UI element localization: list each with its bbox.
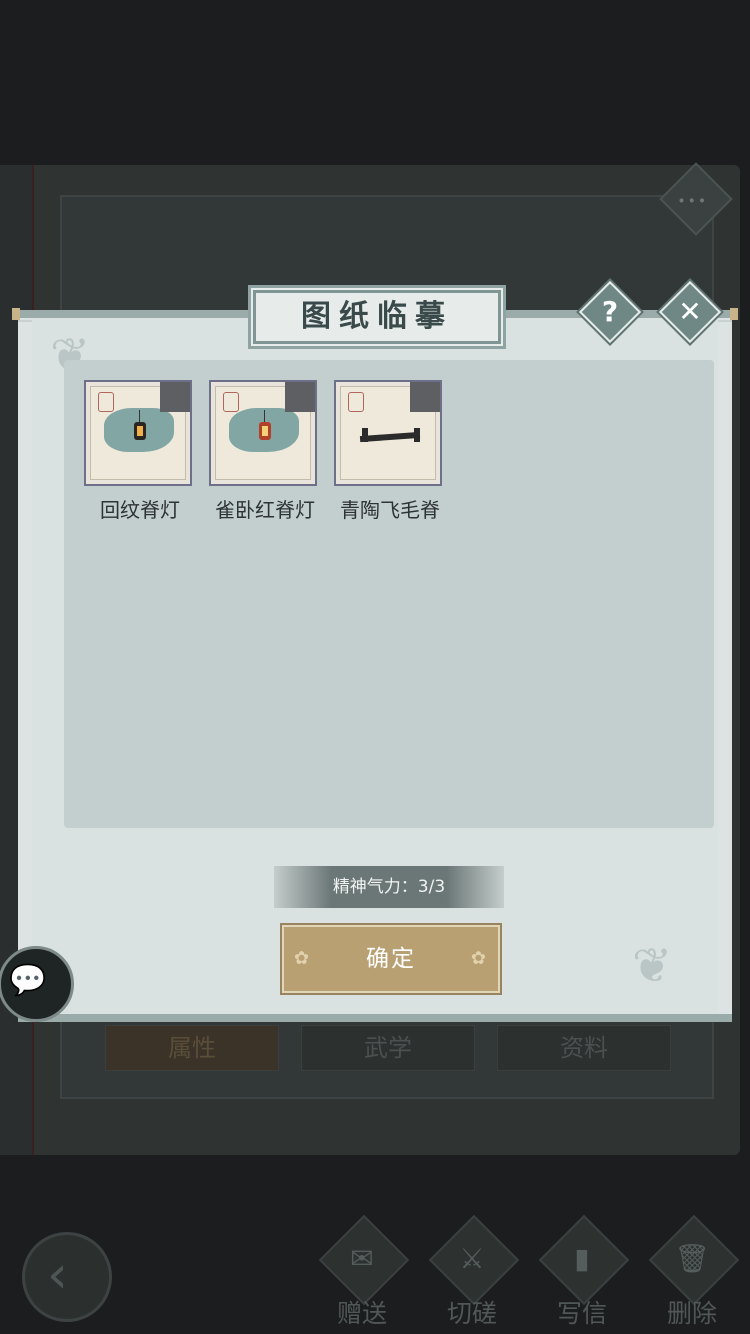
confirm-label: 确定: [366, 946, 416, 972]
blueprint-thumbnail[interactable]: [209, 380, 317, 486]
red-lantern-icon: [259, 410, 271, 448]
gift-button: ✉ 赠送: [318, 1214, 410, 1328]
energy-status: 精神气力：3/3: [274, 866, 504, 908]
blueprint-item[interactable]: 雀卧红脊灯: [209, 380, 321, 523]
dialog-body: ❦ ❦ 回纹脊灯 雀卧红脊灯 青陶飞毛脊 精神气力：3/3 ✿ 确定 ✿: [32, 318, 718, 1014]
blueprint-thumbnail[interactable]: [84, 380, 192, 486]
item-corner-badge: [160, 382, 190, 412]
blueprint-item-name: 回纹脊灯: [100, 498, 180, 522]
lantern-icon: [134, 410, 146, 448]
corner-ornament: [730, 308, 738, 320]
trash-icon: 🗑: [674, 1242, 710, 1275]
bamboo-leaf-decoration: ❦: [632, 938, 673, 994]
item-corner-badge: [410, 382, 440, 412]
blueprint-copy-dialog: ❦ ❦ 回纹脊灯 雀卧红脊灯 青陶飞毛脊 精神气力：3/3 ✿ 确定 ✿ 图纸临…: [12, 280, 738, 1022]
blueprint-item[interactable]: 青陶飞毛脊: [334, 380, 446, 523]
chat-button[interactable]: 💬: [0, 946, 74, 1022]
corner-ornament: [12, 308, 20, 320]
spar-label: 切磋: [446, 1299, 497, 1328]
flower-icon: ✿: [470, 948, 488, 969]
back-button: ‹: [22, 1232, 112, 1322]
blueprint-thumbnail[interactable]: [334, 380, 442, 486]
confirm-button[interactable]: ✿ 确定 ✿: [282, 925, 500, 993]
letter-icon: ▮: [574, 1242, 590, 1275]
scroll-icon: ✉: [350, 1242, 374, 1275]
write-letter-label: 写信: [556, 1299, 607, 1328]
chevron-left-icon: ‹: [47, 1245, 68, 1305]
close-icon: ✕: [678, 295, 702, 328]
blueprint-item[interactable]: 回纹脊灯: [84, 380, 196, 523]
bottom-action-bar: ✉ 赠送 ⚔ 切磋 ▮ 写信 🗑 删除: [318, 1214, 740, 1328]
blueprint-grid: 回纹脊灯 雀卧红脊灯 青陶飞毛脊: [64, 360, 714, 828]
delete-label: 删除: [666, 1299, 717, 1328]
delete-button: 🗑 删除: [648, 1214, 740, 1328]
write-letter-button: ▮ 写信: [538, 1214, 630, 1328]
seal-icon: [223, 392, 239, 412]
sword-icon: ⚔: [459, 1242, 485, 1275]
blueprint-item-name: 青陶飞毛脊: [340, 498, 440, 522]
tab-profile: 资料: [497, 1025, 671, 1071]
spar-button: ⚔ 切磋: [428, 1214, 520, 1328]
gift-label: 赠送: [336, 1299, 387, 1328]
tab-attributes: 属性: [105, 1025, 279, 1071]
flower-icon: ✿: [294, 948, 312, 969]
blueprint-item-name: 雀卧红脊灯: [215, 498, 315, 522]
seal-icon: [98, 392, 114, 412]
question-icon: ?: [601, 295, 619, 328]
dialog-title: 图纸临摹: [251, 288, 503, 346]
chat-bubble-icon: 💬: [9, 963, 47, 998]
item-corner-badge: [285, 382, 315, 412]
seal-icon: [348, 392, 364, 412]
tab-martial-arts: 武学: [301, 1025, 475, 1071]
book-tabs: 属性 武学 资料: [105, 1025, 671, 1071]
